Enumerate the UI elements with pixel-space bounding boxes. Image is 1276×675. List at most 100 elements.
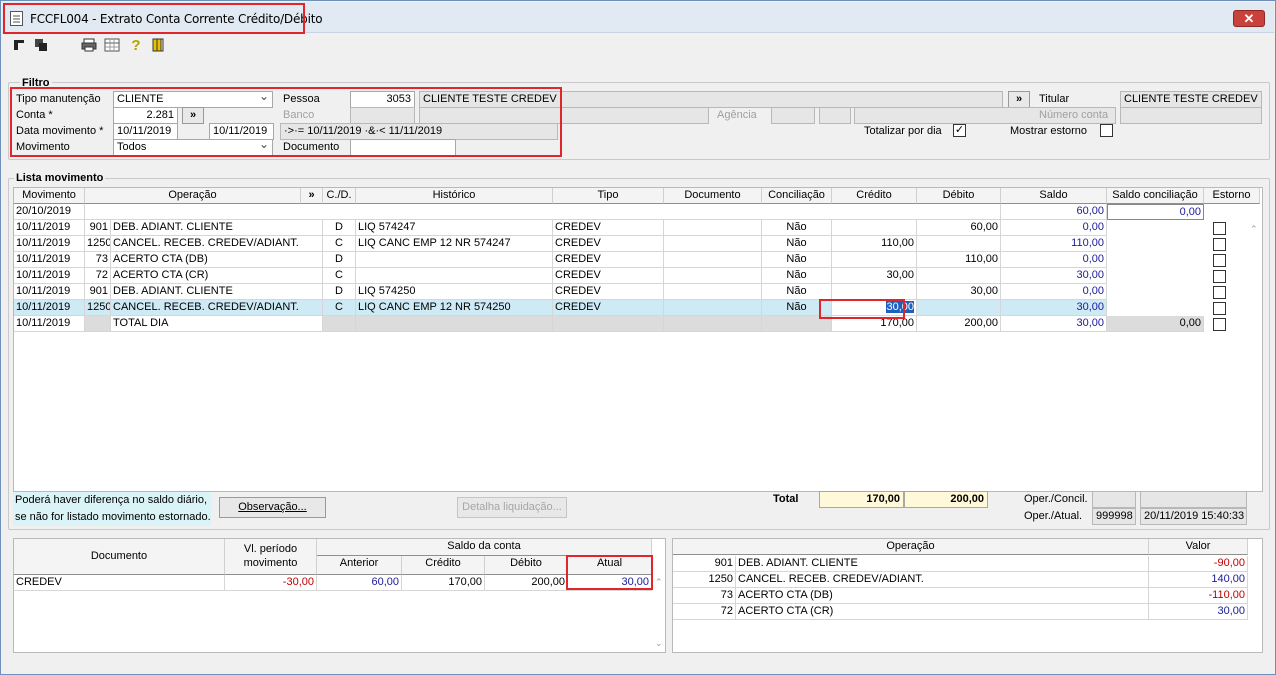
operacoes-col-operacao: Operação xyxy=(673,539,1149,555)
documento-input[interactable] xyxy=(350,139,456,156)
conta-input[interactable]: 2.281 xyxy=(113,107,178,124)
resumo-col-credito: Crédito xyxy=(402,556,485,575)
conta-more-button[interactable]: » xyxy=(182,107,204,124)
note-line-2: se não for listado movimento estornado. xyxy=(15,511,211,523)
cell-cred xyxy=(832,284,917,300)
resumo-scroll-up-icon[interactable]: ⌃ xyxy=(655,577,663,588)
resumo-col-debito: Débito xyxy=(485,556,568,575)
total-conc xyxy=(762,316,832,332)
data-fim-input[interactable]: 10/11/2019 xyxy=(209,123,274,140)
cell-doc xyxy=(664,252,762,268)
cell-deb: 30,00 xyxy=(917,284,1001,300)
totalizar-checkbox[interactable]: ✓ xyxy=(953,124,966,137)
operacao-desc: ACERTO CTA (DB) xyxy=(736,588,1149,604)
help-icon[interactable]: ? xyxy=(128,38,144,54)
resumo-col-atual: Atual xyxy=(568,556,652,575)
mostrar-estorno-checkbox[interactable] xyxy=(1100,124,1113,137)
cell-tipo: CREDEV xyxy=(553,220,664,236)
oper-concil-ts xyxy=(1140,491,1247,508)
pessoa-more-button[interactable]: » xyxy=(1008,91,1030,108)
close-button[interactable]: ✕ xyxy=(1233,10,1265,27)
printer-icon[interactable] xyxy=(81,38,97,54)
col-credito[interactable]: Crédito xyxy=(832,188,917,204)
movimento-select[interactable]: Todos xyxy=(113,139,273,156)
scroll-up-icon[interactable]: ⌃ xyxy=(1250,224,1258,235)
pessoa-label: Pessoa xyxy=(283,93,320,105)
total-tipo xyxy=(553,316,664,332)
cell-conc: Não xyxy=(762,236,832,252)
col-expand[interactable]: » xyxy=(301,188,323,204)
operacao-valor: 30,00 xyxy=(1149,604,1248,620)
col-tipo[interactable]: Tipo xyxy=(553,188,664,204)
estorno-checkbox[interactable] xyxy=(1213,254,1226,267)
cell-cd: D xyxy=(323,284,356,300)
document-icon xyxy=(10,11,23,26)
col-estorno[interactable]: Estorno xyxy=(1204,188,1260,204)
cell-saldo: 0,00 xyxy=(1001,284,1107,300)
col-historico[interactable]: Histórico xyxy=(356,188,553,204)
estorno-checkbox[interactable] xyxy=(1213,238,1226,251)
agencia-field xyxy=(771,107,815,124)
cell-doc xyxy=(664,220,762,236)
nav-first-icon[interactable] xyxy=(11,38,27,54)
cell-hist: LIQ CANC EMP 12 NR 574250 xyxy=(356,300,553,316)
total-saldo: 30,00 xyxy=(1001,316,1107,332)
selected-credito-text[interactable]: 30,00 xyxy=(886,301,914,313)
col-debito[interactable]: Débito xyxy=(917,188,1001,204)
cell-op: 901 xyxy=(85,284,111,300)
resumo-scroll-down-icon[interactable]: ⌄ xyxy=(655,638,663,649)
data-inicio-input[interactable]: 10/11/2019 xyxy=(113,123,178,140)
cell-op-desc: CANCEL. RECEB. CREDEV/ADIANT. xyxy=(111,300,323,316)
col-conciliacao[interactable]: Conciliação xyxy=(762,188,832,204)
cell-saldo: 110,00 xyxy=(1001,236,1107,252)
calculator-icon[interactable] xyxy=(104,38,120,54)
cell-saldo: 0,00 xyxy=(1001,220,1107,236)
cell-conc: Não xyxy=(762,220,832,236)
operacao-code: 72 xyxy=(673,604,736,620)
estorno-checkbox[interactable] xyxy=(1213,270,1226,283)
totalizar-label: Totalizar por dia xyxy=(864,125,942,137)
pessoa-code-input[interactable]: 3053 xyxy=(350,91,415,108)
operacoes-grid[interactable]: Operação Valor 901 DEB. ADIANT. CLIENTE -9… xyxy=(672,538,1263,653)
filtro-title: Filtro xyxy=(20,77,52,89)
window-title: FCCFL004 - Extrato Conta Corrente Crédit… xyxy=(30,12,323,26)
cell-deb: 60,00 xyxy=(917,220,1001,236)
col-cd[interactable]: C./D. xyxy=(323,188,356,204)
total-estorno-checkbox[interactable] xyxy=(1213,318,1226,331)
col-operacao[interactable]: Operação xyxy=(85,188,301,204)
detalha-liquidacao-button[interactable]: Detalha liquidação... xyxy=(457,497,567,518)
cell-cd: C xyxy=(323,268,356,284)
banco-code-field xyxy=(350,107,415,124)
tipo-manutencao-select[interactable]: CLIENTE xyxy=(113,91,273,108)
cell-hist: LIQ 574247 xyxy=(356,220,553,236)
observacao-button[interactable]: Observação... xyxy=(219,497,326,518)
oper-concil-code xyxy=(1092,491,1136,508)
movimento-grid[interactable]: Movimento Operação » C./D. Histórico Tip… xyxy=(13,187,1263,492)
col-documento[interactable]: Documento xyxy=(664,188,762,204)
exit-icon[interactable] xyxy=(150,38,166,54)
cell-saldo: 30,00 xyxy=(1001,268,1107,284)
oper-atual-ts: 20/11/2019 15:40:33 xyxy=(1140,508,1247,525)
operacao-code: 901 xyxy=(673,556,736,572)
resumo-vl: -30,00 xyxy=(225,575,317,591)
cell-op-desc: ACERTO CTA (DB) xyxy=(111,252,323,268)
resumo-grid[interactable]: Documento Vl. período movimento Saldo da… xyxy=(13,538,666,653)
col-movimento[interactable]: Movimento xyxy=(14,188,85,204)
cell-cred xyxy=(832,252,917,268)
cell-hist xyxy=(356,268,553,284)
total-label: Total xyxy=(773,493,799,505)
total-doc xyxy=(664,316,762,332)
operacao-valor: -110,00 xyxy=(1149,588,1248,604)
estorno-checkbox[interactable] xyxy=(1213,302,1226,315)
nav-back-icon[interactable] xyxy=(33,38,49,54)
mostrar-estorno-label: Mostrar estorno xyxy=(1010,125,1088,137)
cell-conc: Não xyxy=(762,284,832,300)
total-saldo-conc: 0,00 xyxy=(1107,316,1204,332)
estorno-checkbox[interactable] xyxy=(1213,286,1226,299)
resumo-col-documento: Documento xyxy=(14,539,225,575)
estorno-checkbox[interactable] xyxy=(1213,222,1226,235)
cell-op-desc: ACERTO CTA (CR) xyxy=(111,268,323,284)
col-saldo[interactable]: Saldo xyxy=(1001,188,1107,204)
cell-date: 10/11/2019 xyxy=(14,236,85,252)
col-saldo-conciliacao[interactable]: Saldo conciliação xyxy=(1107,188,1204,204)
